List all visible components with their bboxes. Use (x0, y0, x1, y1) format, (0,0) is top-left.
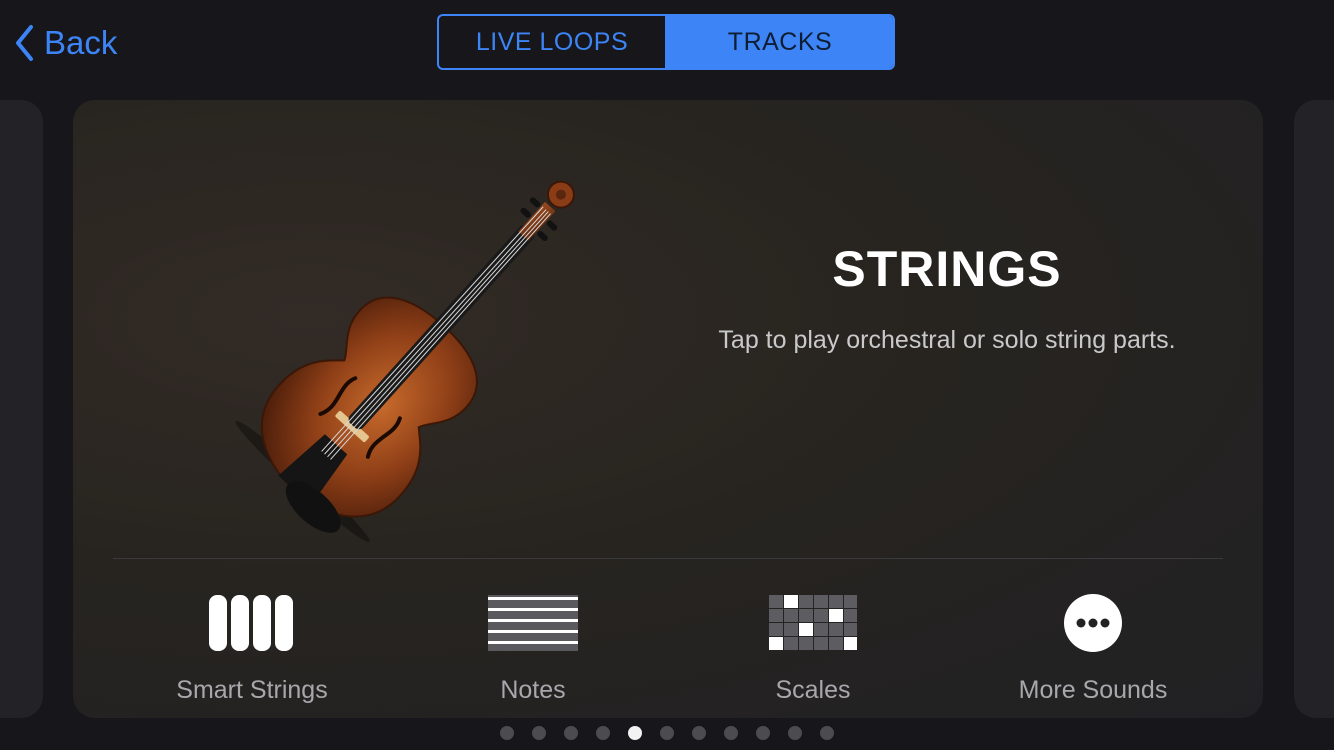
option-notes[interactable]: Notes (393, 570, 673, 710)
option-label: Smart Strings (176, 676, 328, 704)
segment-live-loops[interactable]: LIVE LOOPS (439, 16, 667, 68)
scales-icon (769, 588, 857, 658)
more-icon (1063, 588, 1123, 658)
previous-instrument-card[interactable] (0, 100, 43, 718)
page-dot[interactable] (820, 726, 834, 740)
option-label: Notes (500, 676, 566, 704)
mode-segmented-control: LIVE LOOPS TRACKS (437, 14, 895, 70)
top-bar: Back LIVE LOOPS TRACKS (0, 0, 1334, 90)
page-dot[interactable] (788, 726, 802, 740)
page-indicator (0, 726, 1334, 742)
instrument-title: STRINGS (832, 241, 1062, 297)
back-label: Back (44, 24, 118, 61)
page-dot[interactable] (532, 726, 546, 740)
option-label: More Sounds (1018, 676, 1168, 704)
instrument-card[interactable]: STRINGS Tap to play orchestral or solo s… (73, 100, 1263, 718)
divider (113, 558, 1223, 559)
page-dot[interactable] (756, 726, 770, 740)
page-dot[interactable] (500, 726, 514, 740)
chevron-left-icon (16, 25, 33, 61)
violin-icon (213, 140, 613, 560)
page-dot[interactable] (596, 726, 610, 740)
page-dot[interactable] (564, 726, 578, 740)
page-dot[interactable] (628, 726, 642, 740)
option-label: Scales (775, 676, 851, 704)
notes-icon (488, 588, 578, 658)
page-dot[interactable] (692, 726, 706, 740)
option-smart-strings[interactable]: Smart Strings (112, 570, 392, 710)
segment-tracks[interactable]: TRACKS (667, 16, 893, 68)
option-more-sounds[interactable]: More Sounds (953, 570, 1233, 710)
instrument-description: Tap to play orchestral or solo string pa… (718, 326, 1176, 354)
instrument-options: Smart Strings Notes Scales More Sounds (73, 570, 1263, 718)
page-dot[interactable] (660, 726, 674, 740)
option-scales[interactable]: Scales (673, 570, 953, 710)
smart-strings-icon (209, 588, 295, 658)
back-button[interactable]: Back (14, 20, 117, 66)
next-instrument-card[interactable] (1294, 100, 1334, 718)
page-dot[interactable] (724, 726, 738, 740)
